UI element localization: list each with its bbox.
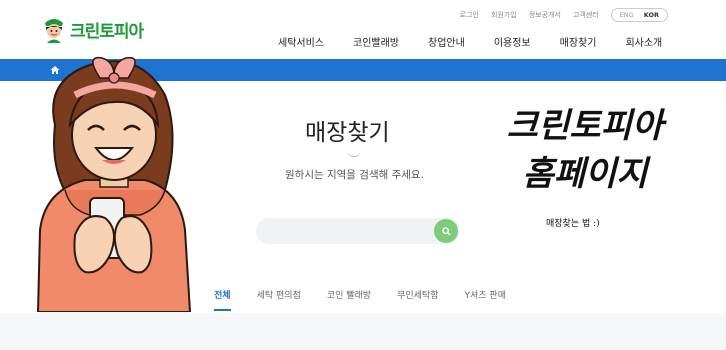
content-area <box>0 313 726 350</box>
overlay-title-line2: 홈페이지 <box>522 154 648 194</box>
lang-kor[interactable]: KOR <box>644 11 659 19</box>
overlay-title-line1: 크린토피아 <box>506 106 664 146</box>
disclosure-link[interactable]: 정보공개서 <box>529 10 561 20</box>
tab-y-shirt-sales[interactable]: Y셔츠 판매 <box>465 288 506 301</box>
tab-all[interactable]: 전체 <box>214 288 231 311</box>
nav-company[interactable]: 회사소개 <box>625 34 662 49</box>
tab-coin-laundry[interactable]: 코인 빨래방 <box>327 288 371 301</box>
nav-franchise[interactable]: 창업안내 <box>428 34 465 49</box>
lang-eng[interactable]: ENG <box>620 11 634 19</box>
page-subtitle: 원하시는 지역을 검색해 주세요. <box>285 169 424 181</box>
main-nav: 세탁서비스 코인빨래방 창업안내 이용정보 매장찾기 회사소개 <box>278 34 691 49</box>
loading-indicator <box>347 150 361 157</box>
language-switch: ENG KOR <box>610 8 668 22</box>
login-link[interactable]: 로그인 <box>460 10 479 20</box>
nav-laundry-service[interactable]: 세탁서비스 <box>278 34 324 49</box>
tab-unmanned-locker[interactable]: 무인세탁함 <box>397 288 438 301</box>
nav-coin-laundry[interactable]: 코인빨래방 <box>353 34 399 49</box>
category-tabs: 전체 세탁 편의점 코인 빨래방 무인세탁함 Y셔츠 판매 <box>214 288 532 311</box>
page-title: 매장찾기 <box>305 120 390 146</box>
overlay-subtitle: 매장찾는 법 :) <box>546 219 600 229</box>
nav-store-finder[interactable]: 매장찾기 <box>560 34 597 49</box>
utility-menu: 로그인 회원가입 정보공개서 고객센터 ENG KOR <box>460 8 668 22</box>
search-input[interactable] <box>268 218 432 246</box>
search-box <box>256 218 460 246</box>
brand-name: 크린토피아 <box>70 21 144 42</box>
search-icon <box>441 226 451 236</box>
customer-center-link[interactable]: 고객센터 <box>573 10 599 20</box>
tab-laundry-store[interactable]: 세탁 편의점 <box>257 288 301 301</box>
nav-usage-info[interactable]: 이용정보 <box>494 34 531 49</box>
signup-link[interactable]: 회원가입 <box>491 10 517 20</box>
search-button[interactable] <box>434 219 458 243</box>
overlay-title: 크린토피아 홈페이지 <box>470 102 700 198</box>
cartoon-girl-illustration <box>36 56 192 312</box>
